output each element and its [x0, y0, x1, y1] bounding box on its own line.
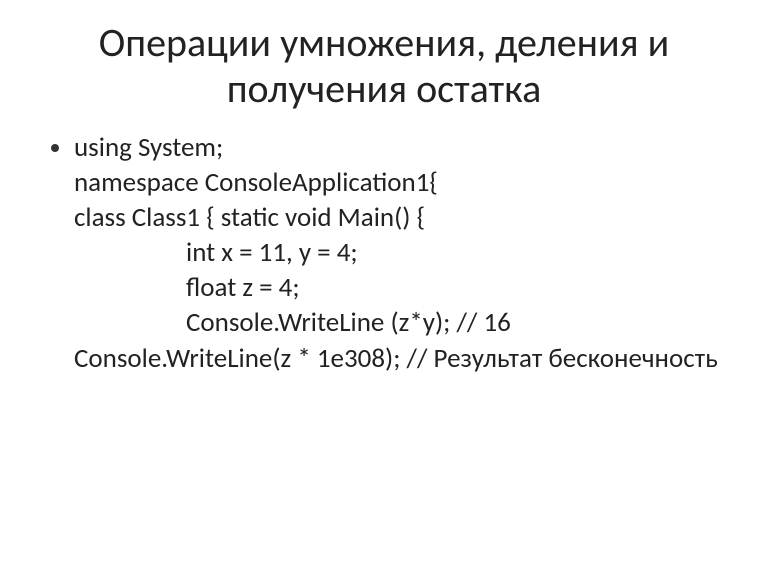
code-line-5: float z = 4; [74, 270, 728, 305]
code-line-1: using System; [74, 130, 728, 165]
code-line-3: class Class1 { static void Main() { [74, 200, 728, 235]
code-line-4: int x = 11, y = 4; [74, 235, 728, 270]
slide: Операции умножения, деления и получения … [0, 0, 768, 576]
code-line-2: namespace ConsoleApplication1{ [74, 165, 728, 200]
code-block: using System; namespace ConsoleApplicati… [74, 130, 728, 376]
code-line-6: Console.WriteLine (z*y); // 16 [74, 305, 728, 340]
code-line-7: Console.WriteLine(z * 1e308); // Результ… [74, 341, 728, 376]
slide-title: Операции умножения, деления и получения … [40, 20, 728, 112]
slide-body-list: using System; namespace ConsoleApplicati… [40, 130, 728, 376]
